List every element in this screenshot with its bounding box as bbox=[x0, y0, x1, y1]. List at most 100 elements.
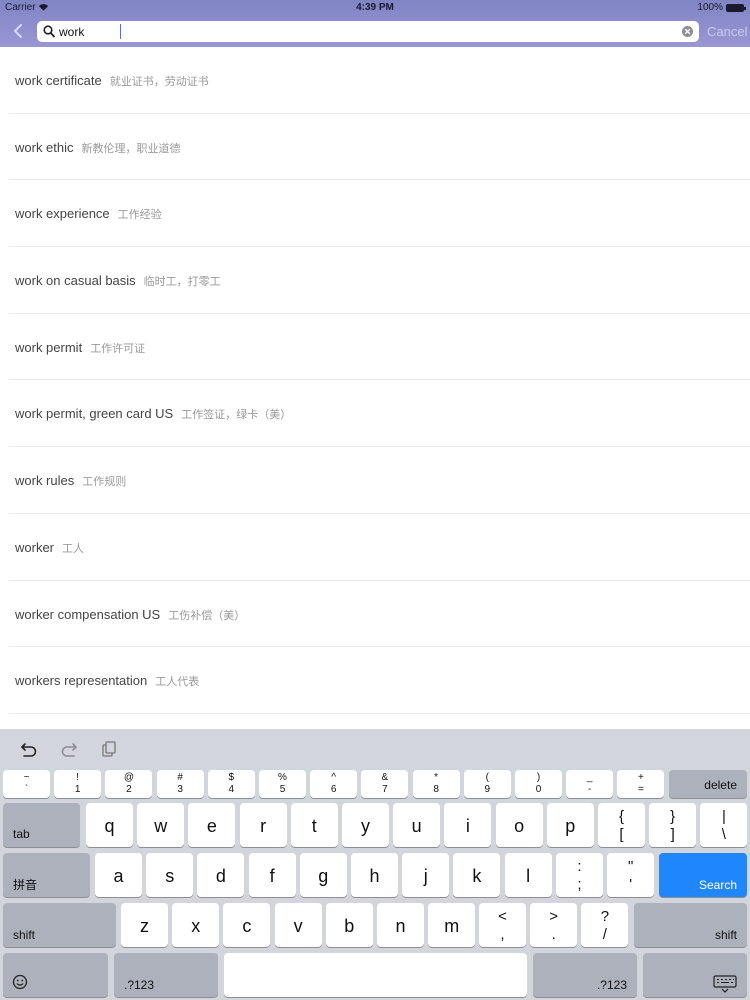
letter-key[interactable]: w bbox=[137, 803, 185, 847]
back-chevron-icon[interactable] bbox=[10, 21, 26, 41]
letter-key[interactable]: s bbox=[146, 853, 194, 897]
number-key[interactable]: * 8 bbox=[412, 770, 460, 798]
letter-key[interactable]: j bbox=[402, 853, 450, 897]
letter-key[interactable]: i bbox=[444, 803, 492, 847]
letter-key[interactable]: z bbox=[121, 903, 168, 947]
symbol-key[interactable]: {[ bbox=[598, 803, 645, 847]
letter-key[interactable]: e bbox=[188, 803, 236, 847]
symbol-key-lower: / bbox=[602, 926, 607, 943]
result-row[interactable]: work ethic 新教伦理，职业道德 bbox=[9, 114, 750, 181]
result-row[interactable]: work certificate 就业证书，劳动证书 bbox=[9, 47, 750, 114]
symbol-key[interactable]: <, bbox=[479, 903, 526, 947]
result-text: work experience 工作经验 bbox=[15, 206, 162, 222]
letter-key[interactable]: g bbox=[299, 853, 347, 897]
letter-key[interactable]: c bbox=[223, 903, 271, 947]
result-term: work certificate bbox=[15, 73, 102, 88]
navigation-header: Carrier 4:39 PM 100% Cancel bbox=[0, 0, 750, 47]
result-row[interactable]: work experience 工作经验 bbox=[9, 180, 750, 248]
result-term: worker compensation US bbox=[15, 606, 161, 622]
result-definition: 工人 bbox=[62, 542, 85, 555]
shift-right-key-label: shift bbox=[714, 928, 737, 942]
letter-key[interactable]: q bbox=[86, 803, 133, 847]
letter-key[interactable]: f bbox=[248, 853, 296, 897]
symbol-key-upper: > bbox=[549, 908, 559, 925]
result-term: worker bbox=[15, 539, 55, 555]
symbol-key[interactable]: >. bbox=[530, 903, 578, 947]
key-label: l bbox=[526, 866, 531, 886]
undo-icon[interactable] bbox=[20, 741, 38, 757]
numbers-key-right[interactable]: .?123 bbox=[533, 953, 637, 997]
key-label: i bbox=[465, 816, 470, 836]
number-key[interactable]: + = bbox=[617, 770, 665, 798]
number-key-lower: 9 bbox=[484, 784, 491, 795]
number-key-upper: @ bbox=[123, 772, 134, 783]
letter-key[interactable]: x bbox=[172, 903, 220, 947]
number-key[interactable]: @2 bbox=[105, 770, 153, 798]
search-bar[interactable] bbox=[37, 21, 699, 42]
emoji-key[interactable] bbox=[3, 953, 108, 997]
symbol-key[interactable]: ? / bbox=[581, 903, 629, 947]
letter-key[interactable]: y bbox=[342, 803, 389, 847]
key-label: d bbox=[215, 866, 226, 886]
cancel-button[interactable]: Cancel bbox=[707, 24, 747, 39]
number-key[interactable]: #3 bbox=[156, 770, 204, 798]
letter-key[interactable]: o bbox=[495, 803, 543, 847]
result-row[interactable]: work permit, green card US 工作签证，绿卡（美） bbox=[9, 380, 750, 448]
number-key[interactable]: (9 bbox=[463, 770, 511, 798]
number-key[interactable]: _ - bbox=[566, 770, 614, 798]
result-row[interactable]: work on casual basis 临时工，打零工 bbox=[9, 247, 750, 314]
shift-right-key[interactable]: shift bbox=[634, 903, 747, 947]
letter-key[interactable]: k bbox=[453, 853, 501, 897]
letter-key[interactable]: l bbox=[504, 853, 552, 897]
number-key-lower: ` bbox=[24, 784, 29, 795]
letter-key[interactable]: h bbox=[351, 853, 398, 897]
search-input[interactable] bbox=[59, 21, 669, 42]
letter-key[interactable]: m bbox=[428, 903, 476, 947]
keyboard-shortcut-bar bbox=[0, 729, 750, 767]
delete-key[interactable]: delete bbox=[669, 770, 747, 798]
key-label: x bbox=[191, 916, 201, 936]
number-key[interactable]: % 5 bbox=[259, 770, 306, 798]
result-term: work rules bbox=[15, 473, 75, 489]
symbol-key[interactable]: }] bbox=[649, 803, 697, 847]
input-mode-key[interactable]: 拼音 bbox=[3, 853, 90, 897]
symbol-key[interactable]: " ' bbox=[607, 853, 655, 897]
number-key-upper: & bbox=[381, 772, 389, 783]
number-key[interactable]: ^ 6 bbox=[310, 770, 358, 798]
tab-key[interactable]: tab bbox=[3, 803, 80, 847]
clear-search-icon[interactable] bbox=[682, 26, 693, 37]
hide-keyboard-key[interactable] bbox=[643, 953, 747, 997]
letter-key[interactable]: p bbox=[546, 803, 594, 847]
result-text: work ethic 新教伦理，职业道德 bbox=[15, 140, 181, 156]
result-definition: 工作经验 bbox=[117, 209, 162, 222]
result-text: work rules 工作规则 bbox=[15, 473, 126, 489]
numbers-key-left[interactable]: .?123 bbox=[114, 953, 218, 997]
search-key[interactable]: Search bbox=[659, 853, 747, 897]
number-key[interactable]: & 7 bbox=[361, 770, 409, 798]
letter-key[interactable]: r bbox=[239, 803, 287, 847]
result-row[interactable]: worker 工人 bbox=[9, 514, 750, 581]
letter-key[interactable]: b bbox=[325, 903, 373, 947]
result-row[interactable]: work rules 工作规则 bbox=[9, 447, 750, 514]
redo-icon[interactable] bbox=[60, 741, 78, 757]
result-definition: 工人代表 bbox=[155, 676, 200, 689]
number-key[interactable]: ~ ` bbox=[3, 770, 50, 798]
letter-key[interactable]: n bbox=[377, 903, 424, 947]
number-key[interactable]: ) 0 bbox=[515, 770, 562, 798]
result-row[interactable]: workers representation 工人代表 bbox=[9, 647, 750, 714]
letter-key[interactable]: v bbox=[274, 903, 322, 947]
number-key[interactable]: ! 1 bbox=[54, 770, 102, 798]
number-key[interactable]: $4 bbox=[207, 770, 255, 798]
letter-key[interactable]: u bbox=[393, 803, 441, 847]
result-row[interactable]: worker compensation US 工伤补偿（美） bbox=[9, 581, 750, 648]
letter-key[interactable]: d bbox=[197, 853, 245, 897]
paste-icon[interactable] bbox=[100, 741, 118, 757]
space-key[interactable] bbox=[224, 953, 527, 997]
number-key-upper: + bbox=[637, 772, 644, 783]
symbol-key[interactable]: :; bbox=[556, 853, 603, 897]
shift-left-key[interactable]: shift bbox=[3, 903, 116, 947]
result-row[interactable]: work permit 工作许可证 bbox=[9, 314, 750, 381]
letter-key[interactable]: a bbox=[95, 853, 142, 897]
symbol-key[interactable]: | \ bbox=[700, 803, 748, 847]
letter-key[interactable]: t bbox=[290, 803, 338, 847]
